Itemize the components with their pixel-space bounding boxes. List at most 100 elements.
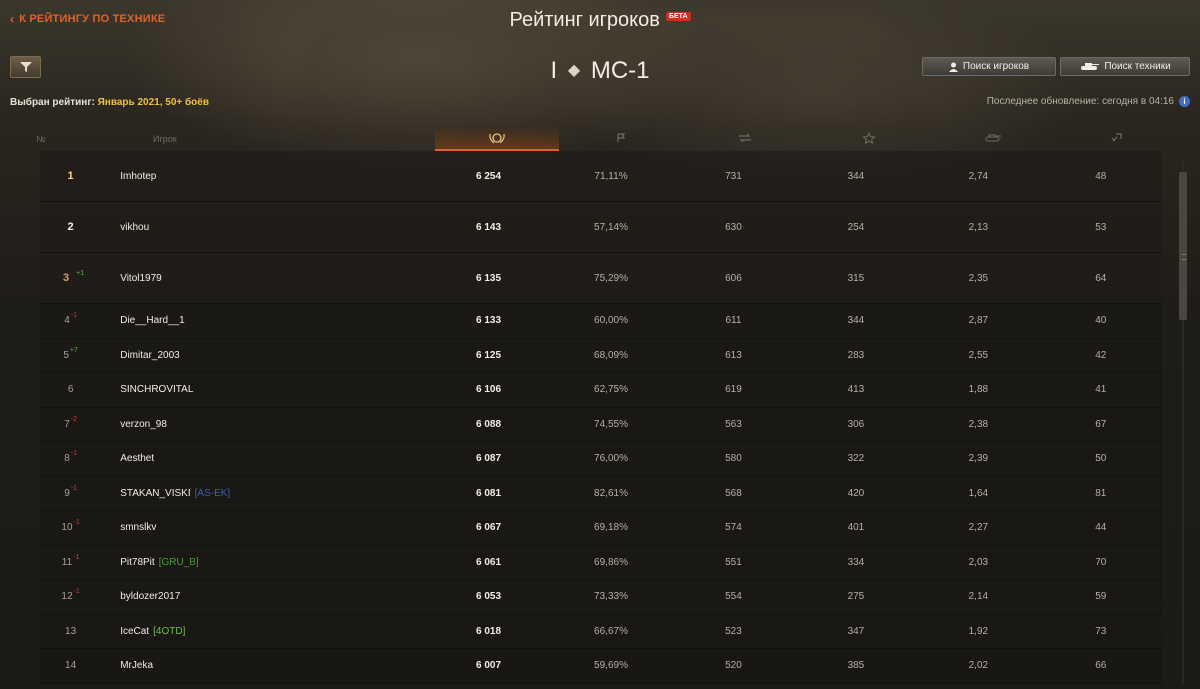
search-players-button[interactable]: Поиск игроков [922,57,1056,76]
player-cell: byldozer2017 [101,591,427,602]
table-row[interactable]: 5 +7 Dimitar_2003 6 125 68,09% 613 283 2,55 42 [40,338,1162,373]
table-row[interactable]: 9 -1 STAKAN_VISKI [AS-EK] 6 081 82,61% 568 420 1… [40,476,1162,511]
rank-cell: 4 -1 [40,312,101,326]
kills-cell: 2,87 [968,315,989,327]
table-row[interactable]: 7 -2 verzon_98 6 088 74,55% 563 306 2,38 67 [40,407,1162,442]
player-name[interactable]: Pit78Pit [120,557,154,568]
score-cell: 6 081 [476,487,502,499]
rank-number: 8 [64,453,70,465]
xp-cell: 413 [847,384,865,396]
score-cell: 6 125 [476,349,502,361]
search-vehicles-button[interactable]: Поиск техники [1060,57,1190,76]
rank-number: 13 [65,625,77,637]
player-name[interactable]: verzon_98 [120,419,167,430]
winrate-cell: 62,75% [594,384,628,396]
rank-cell: 5 +7 [40,347,101,361]
header-player[interactable]: Игрок [72,126,435,151]
flag-icon [617,133,626,142]
kills-cell: 2,02 [968,660,989,672]
last-update: Последнее обновление: сегодня в 04:16 i [987,96,1190,107]
player-name[interactable]: Vitol1979 [120,273,162,284]
xp-cell: 275 [847,591,865,603]
xp-cell: 254 [847,221,865,233]
damage-cell: 551 [725,556,742,568]
table-row[interactable]: 11 -1 Pit78Pit [GRU_B] 6 061 69,86% 551 334 2,03… [40,545,1162,580]
user-icon [948,62,958,72]
player-name[interactable]: smnslkv [120,522,156,533]
table-row[interactable]: 3 +1 Vitol1979 6 135 75,29% 606 315 2,35 64 [40,253,1162,304]
xp-cell: 385 [847,660,865,672]
player-name[interactable]: vikhou [120,222,149,233]
rank-number: 11 [61,556,73,568]
damage-cell: 568 [725,487,742,499]
assist-cell: 48 [1095,170,1107,182]
table-row[interactable]: 13 IceCat [4OTD] 6 018 66,67% 523 347 1,92 73 [40,614,1162,649]
xp-cell: 334 [847,556,865,568]
damage-icon [739,133,751,143]
header-rating[interactable] [435,126,559,151]
header-assist[interactable] [1055,126,1179,151]
assist-cell: 44 [1095,522,1107,534]
score-cell: 6 143 [476,221,502,233]
table-row[interactable]: 4 -1 Die__Hard__1 6 133 60,00% 611 344 2,87 40 [40,304,1162,339]
selected-rating: Выбран рейтинг: Январь 2021, 50+ боёв [10,97,209,108]
rating-laurel-icon [489,132,505,143]
header-damage[interactable] [683,126,807,151]
kills-cell: 2,14 [968,591,989,603]
assist-icon [1111,133,1122,142]
player-name[interactable]: byldozer2017 [120,591,180,602]
last-update-text: Последнее обновление: сегодня в 04:16 [986,96,1174,107]
rank-change: -1 [73,553,80,561]
table-header: № Игрок [10,126,1190,151]
table-row[interactable]: 8 -1 Aesthet 6 087 76,00% 580 322 2,39 50 [40,442,1162,477]
header-rank[interactable]: № [10,126,72,151]
winrate-cell: 69,86% [594,556,628,568]
damage-cell: 611 [725,315,742,327]
player-name[interactable]: Aesthet [120,453,154,464]
kills-cell: 2,03 [968,556,989,568]
scrollbar-thumb[interactable] [1179,172,1187,320]
score-cell: 6 087 [476,453,502,465]
winrate-cell: 74,55% [594,418,628,430]
player-name[interactable]: IceCat [120,626,149,637]
winrate-cell: 68,09% [594,349,628,361]
table-row[interactable]: 1 Imhotep 6 254 71,11% 731 344 2,74 48 [40,151,1162,202]
header-kills[interactable] [931,126,1055,151]
clan-tag[interactable]: [AS-EK] [195,488,231,499]
table-row[interactable]: 2 vikhou 6 143 57,14% 630 254 2,13 53 [40,202,1162,253]
player-name[interactable]: Dimitar_2003 [120,350,179,361]
damage-cell: 520 [725,660,742,672]
header-xp[interactable] [807,126,931,151]
info-icon[interactable]: i [1179,96,1190,107]
player-name[interactable]: MrJeka [120,660,153,671]
assist-cell: 53 [1095,221,1107,233]
rank-cell: 3 +1 [40,270,101,285]
clan-tag[interactable]: [GRU_B] [159,557,199,568]
damage-cell: 630 [725,221,742,233]
assist-cell: 64 [1095,272,1107,284]
xp-cell: 420 [847,487,865,499]
table-row[interactable]: 10 -1 smnslkv 6 067 69,18% 574 401 2,27 44 [40,511,1162,546]
table-row[interactable]: 14 MrJeka 6 007 59,69% 520 385 2,02 66 [40,649,1162,684]
table-scrollbar[interactable] [1178,160,1188,684]
kills-cell: 1,88 [968,384,989,396]
xp-cell: 401 [847,522,865,534]
kills-cell: 2,13 [968,221,989,233]
selected-rating-value[interactable]: Январь 2021, 50+ боёв [98,97,209,108]
table-row[interactable]: 12 -1 byldozer2017 6 053 73,33% 554 275 2,14 59 [40,580,1162,615]
player-cell: Vitol1979 [101,273,427,284]
damage-cell: 613 [725,349,742,361]
rank-cell: 10 -1 [40,519,101,533]
clan-tag[interactable]: [4OTD] [153,626,185,637]
damage-cell: 606 [725,272,742,284]
player-name[interactable]: Die__Hard__1 [120,315,185,326]
rank-medal-icon: 2 [67,221,74,233]
vehicle-name: МС-1 [590,57,650,84]
player-name[interactable]: SINCHROVITAL [120,384,193,395]
player-name[interactable]: Imhotep [120,171,156,182]
player-cell: Pit78Pit [GRU_B] [101,557,427,568]
header-winrate[interactable] [559,126,683,151]
winrate-cell: 73,33% [594,591,628,603]
player-name[interactable]: STAKAN_VISKI [120,488,190,499]
table-row[interactable]: 6 SINCHROVITAL 6 106 62,75% 619 413 1,88 41 [40,373,1162,408]
